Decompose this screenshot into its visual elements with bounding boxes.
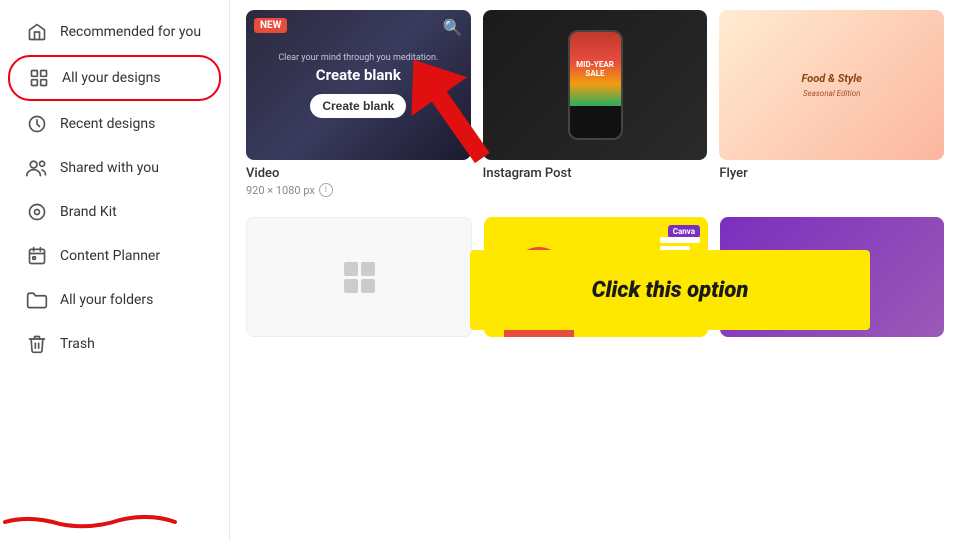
sidebar-item-recent[interactable]: Recent designs [8,103,221,145]
flyer-inner: Food & Style Seasonal Edition [802,72,862,98]
grid-icon [28,67,50,89]
sidebar-item-folders-label: All your folders [60,292,153,308]
sidebar-item-folders[interactable]: All your folders [8,279,221,321]
sidebar-item-recommended-label: Recommended for you [60,24,201,40]
sidebar-item-recommended[interactable]: Recommended for you [8,11,221,53]
card-video-label: Video [246,166,471,181]
sidebar-item-brand-kit[interactable]: Brand Kit [8,191,221,233]
info-icon[interactable]: i [319,183,333,197]
sidebar-item-shared[interactable]: Shared with you [8,147,221,189]
sidebar-item-recent-label: Recent designs [60,116,155,132]
clock-icon [26,113,48,135]
mid-year-text: MID-YEAR SALE [570,60,621,78]
banner-text: Click this option [592,278,749,303]
sidebar: Recommended for you All your designs Rec… [0,0,230,540]
card-video-sub: 920 × 1080 px i [246,183,471,197]
sidebar-item-trash-label: Trash [60,336,95,352]
video-big-text: Create blank [278,65,438,86]
card-instagram[interactable]: MID-YEAR SALE Instagram Post [483,10,708,197]
sidebar-item-shared-label: Shared with you [60,160,159,176]
grid-icon-placeholder [344,262,375,293]
sidebar-item-all-designs-label: All your designs [62,70,161,86]
card-instagram-thumb: MID-YEAR SALE [483,10,708,160]
brand-icon [26,201,48,223]
create-blank-button[interactable]: Create blank [310,94,406,118]
sidebar-item-trash[interactable]: Trash [8,323,221,365]
card-video[interactable]: NEW 🔍 Clear your mind through you medita… [246,10,471,197]
sidebar-item-content-planner-label: Content Planner [60,248,160,264]
card-placeholder[interactable] [246,217,472,337]
sidebar-item-all-designs[interactable]: All your designs [8,55,221,101]
video-card-text: Clear your mind through you meditation. … [278,52,438,86]
people-icon [26,157,48,179]
card-instagram-label: Instagram Post [483,166,708,181]
red-scribble-decoration [0,510,180,530]
trash-icon [26,333,48,355]
calendar-icon [26,245,48,267]
new-badge: NEW [254,18,287,33]
video-small-text: Clear your mind through you meditation. [278,52,438,65]
card-grid-row1: NEW 🔍 Clear your mind through you medita… [230,0,960,197]
home-icon [26,21,48,43]
card-flyer-label: Flyer [719,166,944,181]
search-icon[interactable]: 🔍 [443,18,463,37]
card-flyer[interactable]: Food & Style Seasonal Edition Flyer [719,10,944,197]
yellow-click-banner: Click this option [470,250,870,330]
sidebar-item-content-planner[interactable]: Content Planner [8,235,221,277]
folder-icon [26,289,48,311]
phone-mockup: MID-YEAR SALE [568,30,623,140]
main-content: NEW 🔍 Clear your mind through you medita… [230,0,960,540]
card-flyer-thumb: Food & Style Seasonal Edition [719,10,944,160]
card-video-thumb: NEW 🔍 Clear your mind through you medita… [246,10,471,160]
sidebar-item-brand-label: Brand Kit [60,204,117,220]
